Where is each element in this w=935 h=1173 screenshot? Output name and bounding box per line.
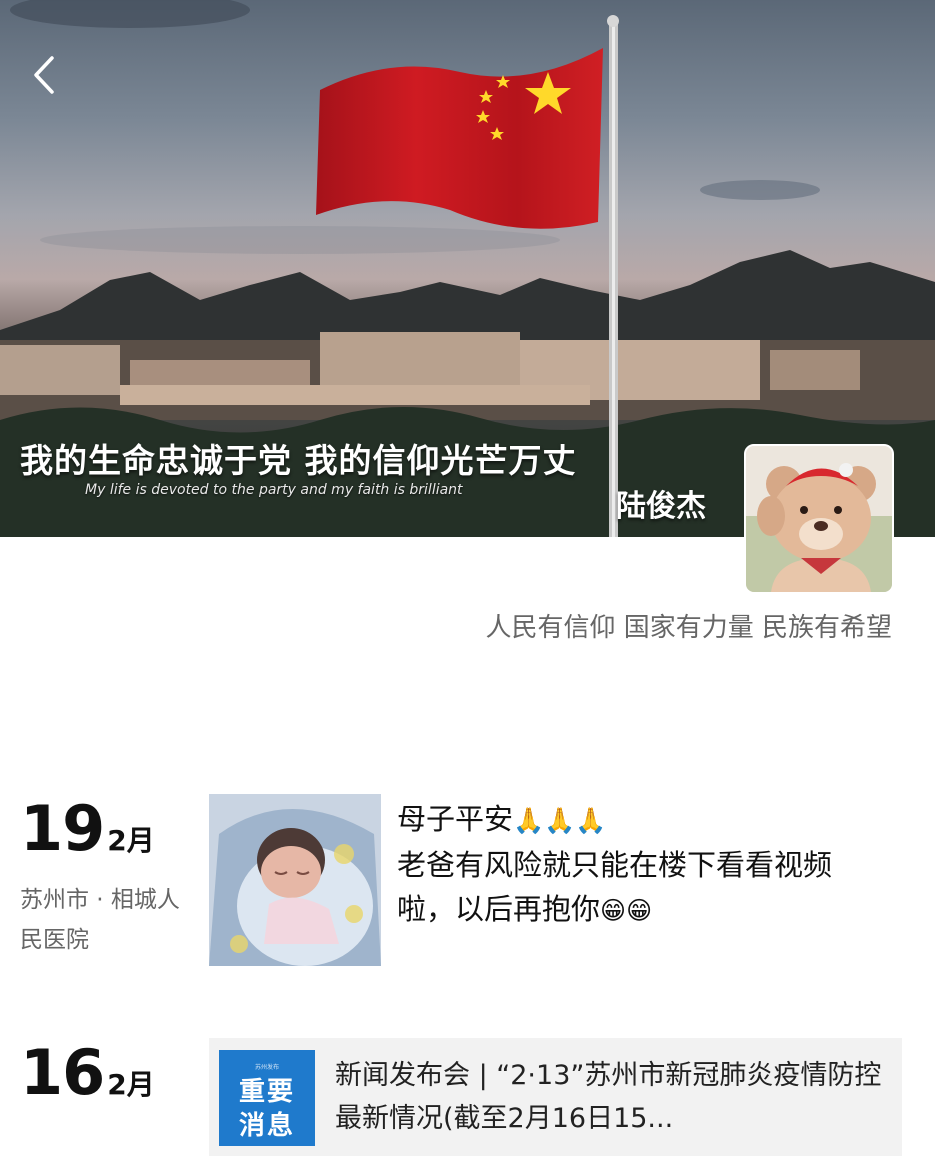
profile-username[interactable]: 陆俊杰 bbox=[616, 481, 706, 525]
cover-slogan-en: My life is devoted to the party and my f… bbox=[85, 482, 463, 498]
post-month: 2月 bbox=[107, 824, 155, 857]
post-day: 16 bbox=[20, 1036, 105, 1109]
post-text-line: 啦，以后再抱你😁😁 bbox=[397, 887, 907, 933]
post-text-line: 母子平安🙏🙏🙏 bbox=[397, 797, 907, 843]
profile-signature: 人民有信仰 国家有力量 民族有希望 bbox=[485, 613, 892, 643]
post-text-content: 母子平安 bbox=[397, 802, 514, 836]
link-title: 新闻发布会 | “2·13”苏州市新冠肺炎疫情防控最新情况(截至2月16日15.… bbox=[335, 1060, 882, 1134]
post-photo[interactable] bbox=[209, 794, 381, 966]
post-day: 19 bbox=[20, 792, 105, 865]
post-date: 19 2月 bbox=[20, 792, 155, 865]
bear-avatar-image bbox=[746, 446, 892, 592]
cover-slogan-zh: 我的生命忠诚于党 我的信仰光芒万丈 bbox=[20, 441, 577, 480]
post-text-content: 啦，以后再抱你 bbox=[397, 892, 601, 926]
back-button[interactable] bbox=[26, 50, 70, 100]
thumb-line: 消息 bbox=[238, 1111, 295, 1141]
post-date: 16 2月 bbox=[20, 1036, 155, 1109]
avatar[interactable] bbox=[744, 444, 894, 594]
post-text: 母子平安🙏🙏🙏 老爸有风险就只能在楼下看看视频 啦，以后再抱你😁😁 bbox=[397, 797, 907, 933]
post-text-line: 老爸有风险就只能在楼下看看视频 bbox=[397, 848, 833, 882]
post-location[interactable]: 苏州市 · 相城人民医院 bbox=[20, 880, 180, 960]
link-thumbnail: 苏州发布 重要 消息 bbox=[219, 1050, 315, 1146]
chevron-left-icon bbox=[34, 56, 54, 94]
thumb-header: 苏州发布 bbox=[254, 1064, 279, 1071]
grinning-face-icon: 😁😁 bbox=[600, 896, 653, 925]
shared-link-card[interactable]: 苏州发布 重要 消息 新闻发布会 | “2·13”苏州市新冠肺炎疫情防控最新情况… bbox=[209, 1038, 902, 1156]
praying-hands-icon: 🙏🙏🙏 bbox=[513, 806, 607, 835]
thumb-line: 重要 bbox=[238, 1077, 295, 1107]
newborn-photo bbox=[209, 794, 381, 966]
post-month: 2月 bbox=[107, 1068, 155, 1101]
